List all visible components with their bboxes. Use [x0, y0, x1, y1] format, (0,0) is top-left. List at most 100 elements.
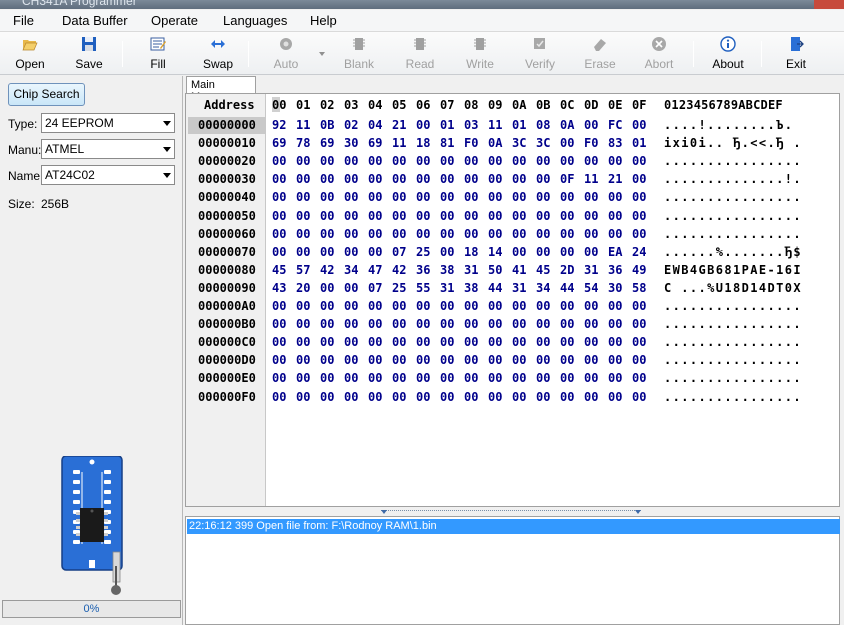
- hex-byte-cell[interactable]: 00: [392, 154, 406, 168]
- row-address[interactable]: 00000040: [198, 190, 256, 204]
- hex-byte-cell[interactable]: 00: [512, 390, 526, 404]
- hex-byte-cell[interactable]: 00: [416, 353, 430, 367]
- row-address[interactable]: 00000050: [198, 209, 256, 223]
- menu-help[interactable]: Help: [310, 13, 337, 28]
- hex-byte-cell[interactable]: 55: [416, 281, 430, 295]
- hex-byte-cell[interactable]: 00: [440, 227, 454, 241]
- hex-byte-cell[interactable]: 00: [368, 172, 382, 186]
- hex-byte-cell[interactable]: 00: [488, 209, 502, 223]
- hex-byte-cell[interactable]: 00: [416, 190, 430, 204]
- menu-languages[interactable]: Languages: [223, 13, 287, 28]
- hex-byte-cell[interactable]: 00: [536, 353, 550, 367]
- hex-byte-cell[interactable]: 00: [536, 390, 550, 404]
- hex-byte-cell[interactable]: 11: [584, 172, 598, 186]
- hex-byte-cell[interactable]: 44: [488, 281, 502, 295]
- hex-byte-cell[interactable]: 00: [512, 335, 526, 349]
- hex-byte-cell[interactable]: 00: [272, 371, 286, 385]
- hex-byte-cell[interactable]: 31: [512, 281, 526, 295]
- hex-byte-cell[interactable]: 00: [416, 209, 430, 223]
- hex-byte-cell[interactable]: 00: [464, 190, 478, 204]
- hex-byte-cell[interactable]: 00: [536, 317, 550, 331]
- hex-byte-cell[interactable]: 00: [272, 390, 286, 404]
- hex-byte-cell[interactable]: 00: [584, 154, 598, 168]
- hex-byte-cell[interactable]: 0A: [560, 118, 574, 132]
- hex-byte-cell[interactable]: 00: [440, 299, 454, 313]
- ascii-row[interactable]: ......%.......Ђ$: [664, 245, 802, 259]
- verify-button[interactable]: Verify: [512, 35, 568, 73]
- hex-byte-cell[interactable]: 00: [560, 335, 574, 349]
- hex-byte-cell[interactable]: 00: [296, 390, 310, 404]
- hex-byte-cell[interactable]: 00: [392, 172, 406, 186]
- hex-byte-cell[interactable]: 58: [632, 281, 646, 295]
- hex-byte-cell[interactable]: 00: [608, 390, 622, 404]
- hex-byte-cell[interactable]: 00: [416, 227, 430, 241]
- hex-byte-cell[interactable]: 00: [416, 335, 430, 349]
- hex-byte-cell[interactable]: 25: [392, 281, 406, 295]
- hex-byte-cell[interactable]: 0A: [488, 136, 502, 150]
- hex-byte-cell[interactable]: 69: [368, 136, 382, 150]
- hex-byte-cell[interactable]: 00: [440, 172, 454, 186]
- hex-byte-cell[interactable]: 00: [632, 118, 646, 132]
- hex-byte-cell[interactable]: 00: [344, 335, 358, 349]
- hex-byte-cell[interactable]: 31: [584, 263, 598, 277]
- hex-byte-cell[interactable]: 00: [632, 353, 646, 367]
- row-address[interactable]: 00000060: [198, 227, 256, 241]
- ascii-row[interactable]: ................: [664, 317, 802, 331]
- hex-byte-cell[interactable]: 00: [320, 281, 334, 295]
- hex-byte-cell[interactable]: 00: [272, 353, 286, 367]
- hex-byte-cell[interactable]: 00: [272, 172, 286, 186]
- hex-byte-cell[interactable]: 00: [272, 190, 286, 204]
- hex-byte-cell[interactable]: 00: [296, 227, 310, 241]
- hex-byte-cell[interactable]: 44: [560, 281, 574, 295]
- ascii-row[interactable]: ..............!.: [664, 172, 802, 186]
- abort-button[interactable]: Abort: [631, 35, 687, 73]
- hex-byte-cell[interactable]: 00: [464, 371, 478, 385]
- hex-byte-cell[interactable]: 11: [392, 136, 406, 150]
- hex-byte-cell[interactable]: 00: [608, 154, 622, 168]
- hex-byte-cell[interactable]: 00: [440, 335, 454, 349]
- hex-byte-cell[interactable]: 43: [272, 281, 286, 295]
- hex-byte-cell[interactable]: 00: [392, 190, 406, 204]
- hex-byte-cell[interactable]: 30: [608, 281, 622, 295]
- hex-byte-cell[interactable]: 00: [392, 390, 406, 404]
- hex-byte-cell[interactable]: 00: [632, 209, 646, 223]
- hex-byte-cell[interactable]: 00: [344, 371, 358, 385]
- about-button[interactable]: About: [700, 35, 756, 73]
- hex-byte-cell[interactable]: 00: [560, 227, 574, 241]
- hex-byte-cell[interactable]: 00: [488, 335, 502, 349]
- hex-byte-cell[interactable]: 04: [368, 118, 382, 132]
- hex-byte-cell[interactable]: 00: [584, 317, 598, 331]
- log-panel[interactable]: 22:16:12 399 Open file from: F:\Rodnoy R…: [185, 516, 840, 625]
- hex-byte-cell[interactable]: 00: [632, 190, 646, 204]
- hex-byte-cell[interactable]: 00: [536, 335, 550, 349]
- hex-byte-cell[interactable]: 00: [560, 353, 574, 367]
- hex-byte-cell[interactable]: 00: [464, 353, 478, 367]
- hex-byte-cell[interactable]: 3C: [512, 136, 526, 150]
- row-address[interactable]: 000000A0: [198, 299, 256, 313]
- hex-byte-cell[interactable]: 00: [512, 227, 526, 241]
- hex-byte-cell[interactable]: 00: [416, 371, 430, 385]
- hex-byte-cell[interactable]: 42: [320, 263, 334, 277]
- hex-byte-cell[interactable]: 00: [584, 353, 598, 367]
- hex-byte-cell[interactable]: 00: [440, 353, 454, 367]
- hex-byte-cell[interactable]: 00: [488, 227, 502, 241]
- hex-byte-cell[interactable]: 00: [464, 299, 478, 313]
- hex-byte-cell[interactable]: 00: [584, 227, 598, 241]
- hex-byte-cell[interactable]: 20: [296, 281, 310, 295]
- hex-byte-cell[interactable]: 00: [272, 154, 286, 168]
- hex-byte-cell[interactable]: 00: [296, 299, 310, 313]
- ascii-row[interactable]: EWB4GB681PAE-16I: [664, 263, 802, 277]
- write-button[interactable]: Write: [452, 35, 508, 73]
- hex-byte-cell[interactable]: 78: [296, 136, 310, 150]
- hex-byte-cell[interactable]: 00: [560, 190, 574, 204]
- hex-byte-cell[interactable]: 00: [632, 317, 646, 331]
- hex-byte-cell[interactable]: 00: [608, 209, 622, 223]
- ascii-row[interactable]: ................: [664, 209, 802, 223]
- hex-byte-cell[interactable]: 00: [488, 390, 502, 404]
- hex-byte-cell[interactable]: 00: [584, 245, 598, 259]
- hex-byte-cell[interactable]: 00: [368, 390, 382, 404]
- hex-byte-cell[interactable]: 00: [464, 317, 478, 331]
- hex-byte-cell[interactable]: 00: [368, 371, 382, 385]
- hex-byte-cell[interactable]: 00: [368, 209, 382, 223]
- hex-byte-cell[interactable]: 00: [608, 335, 622, 349]
